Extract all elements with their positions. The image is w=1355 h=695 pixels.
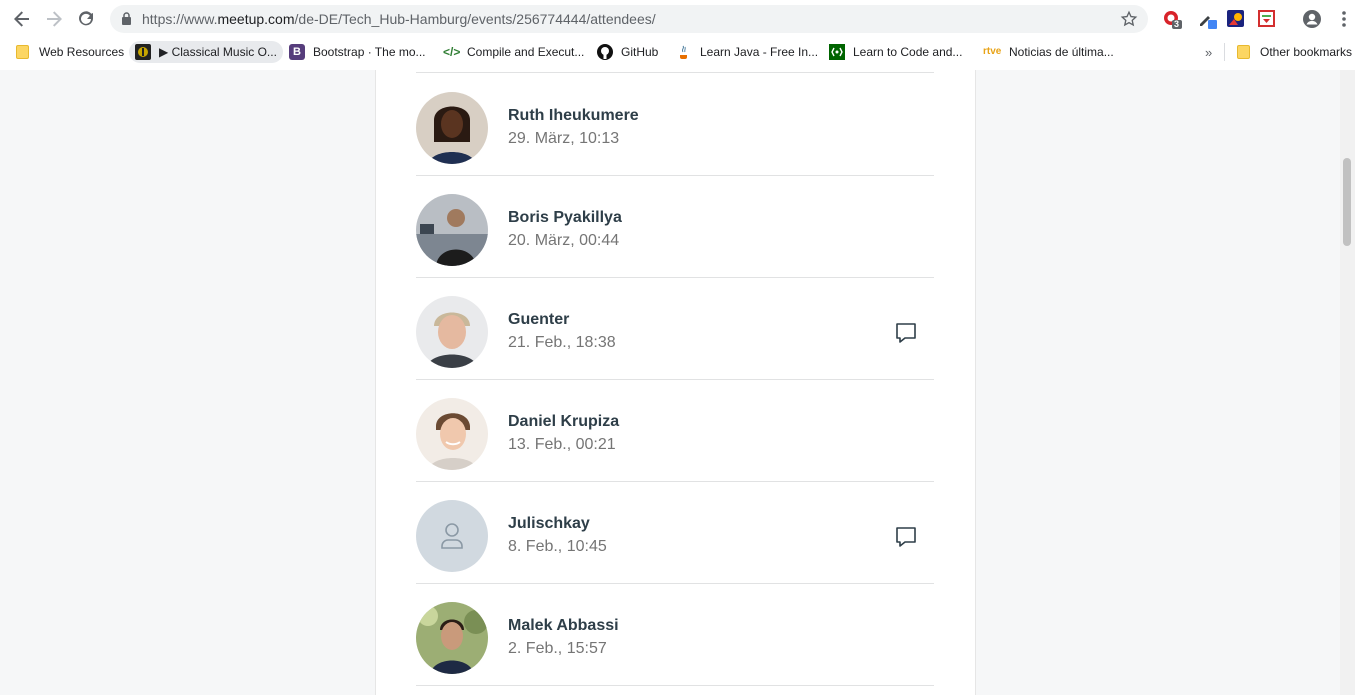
url-host: meetup.com [217, 11, 295, 27]
folder-icon [16, 45, 29, 59]
bookmark-label: Bootstrap · The mo... [313, 45, 426, 59]
bookmark-label: Noticias de última... [1009, 45, 1114, 59]
address-bar[interactable]: https://www.meetup.com/de-DE/Tech_Hub-Ha… [110, 5, 1148, 33]
bookmark-label: GitHub [621, 45, 659, 59]
other-bookmarks-label: Other bookmarks [1260, 45, 1353, 59]
game-extension-icon[interactable] [1226, 9, 1246, 29]
menu-kebab-icon[interactable] [1334, 9, 1354, 29]
url-text: https://www.meetup.com/de-DE/Tech_Hub-Ha… [142, 11, 656, 27]
opera-extension-icon[interactable]: 3 [1162, 9, 1182, 29]
attendee-row[interactable]: Guenter 21. Feb., 18:38 [416, 277, 934, 380]
arrow-right-icon [47, 11, 62, 27]
bootstrap-icon: B [289, 44, 305, 60]
github-icon [597, 44, 613, 60]
avatar[interactable] [416, 500, 488, 572]
bookmark-github[interactable]: GitHub [597, 41, 658, 63]
browser-toolbar: https://www.meetup.com/de-DE/Tech_Hub-Ha… [0, 0, 1355, 38]
other-bookmarks[interactable]: Other bookmarks [1224, 43, 1352, 61]
attendee-rsvp-time: 8. Feb., 10:45 [508, 538, 607, 555]
freecodecamp-icon [829, 44, 845, 60]
avatar[interactable] [416, 92, 488, 164]
reload-button[interactable] [74, 7, 98, 31]
arrow-left-icon [14, 11, 29, 27]
attendee-name[interactable]: Julischkay [508, 515, 590, 533]
attendee-row[interactable]: Julischkay 8. Feb., 10:45 [416, 481, 934, 584]
bookmarks-bar: Web Resources ▶ Classical Music O... B B… [0, 38, 1355, 64]
bookmark-star-icon[interactable] [1120, 10, 1138, 28]
lock-icon [122, 12, 131, 25]
bookmark-label: Learn to Code and... [853, 45, 963, 59]
attendee-rsvp-time: 29. März, 10:13 [508, 130, 620, 147]
extension-badge: 3 [1174, 19, 1180, 29]
attendee-rsvp-time: 13. Feb., 00:21 [508, 436, 616, 453]
profile-icon[interactable] [1302, 9, 1322, 29]
default-user-icon [441, 523, 463, 549]
avatar[interactable] [416, 398, 488, 470]
back-button[interactable] [10, 7, 34, 31]
attendee-list-panel: Ruth Iheukumere 29. März, 10:13 Boris Py… [375, 70, 976, 695]
bookmark-label: Compile and Execut... [467, 45, 585, 59]
bookmark-compile-execute[interactable]: </> Compile and Execut... [443, 41, 584, 63]
attendee-row[interactable]: Boris Pyakillya 20. März, 00:44 [416, 175, 934, 278]
classical-music-icon [135, 44, 151, 60]
bookmark-noticias[interactable]: rtve Noticias de última... [983, 41, 1114, 63]
page-scrollbar[interactable] [1340, 70, 1355, 695]
bookmark-label: ▶ Classical Music O... [159, 45, 277, 59]
page-content: Ruth Iheukumere 29. März, 10:13 Boris Py… [0, 70, 1355, 695]
bookmark-classical-music[interactable]: ▶ Classical Music O... [129, 41, 283, 63]
attendee-rsvp-time: 2. Feb., 15:57 [508, 640, 607, 657]
attendee-name[interactable]: Malek Abbassi [508, 617, 619, 635]
attendee-rsvp-time: 20. März, 00:44 [508, 232, 620, 249]
browser-chrome: https://www.meetup.com/de-DE/Tech_Hub-Ha… [0, 0, 1355, 71]
scrollbar-thumb[interactable] [1343, 158, 1351, 246]
message-icon[interactable] [894, 525, 918, 549]
bookmark-label: Web Resources [39, 45, 125, 59]
attendee-name[interactable]: Daniel Krupiza [508, 413, 619, 431]
eyedropper-extension-icon[interactable] [1197, 9, 1217, 29]
folder-icon [1237, 45, 1250, 59]
avatar[interactable] [416, 296, 488, 368]
bookmarks-overflow-button[interactable]: » [1205, 41, 1212, 63]
url-path: /de-DE/Tech_Hub-Hamburg/events/256774444… [294, 11, 656, 27]
attendee-row[interactable]: Malek Abbassi 2. Feb., 15:57 [416, 583, 934, 686]
avatar[interactable] [416, 602, 488, 674]
attendee-row[interactable]: Daniel Krupiza 13. Feb., 00:21 [416, 379, 934, 482]
bookmark-learn-java[interactable]: Learn Java - Free In... [676, 41, 818, 63]
bookmark-bootstrap[interactable]: B Bootstrap · The mo... [289, 41, 426, 63]
avatar[interactable] [416, 194, 488, 266]
code-icon: </> [443, 45, 461, 59]
attendee-name[interactable]: Boris Pyakillya [508, 209, 622, 227]
forward-button[interactable] [42, 7, 66, 31]
bookmark-web-resources[interactable]: Web Resources [16, 41, 124, 63]
shield-extension-icon[interactable] [1257, 9, 1277, 29]
bookmark-label: Learn Java - Free In... [700, 45, 819, 59]
java-icon [680, 45, 687, 59]
rtve-icon: rtve [983, 46, 1002, 57]
attendee-name[interactable]: Ruth Iheukumere [508, 107, 639, 125]
url-prefix: https://www. [142, 11, 218, 27]
attendee-row[interactable]: Ruth Iheukumere 29. März, 10:13 [416, 73, 934, 176]
attendee-name[interactable]: Guenter [508, 311, 569, 329]
attendee-rsvp-time: 21. Feb., 18:38 [508, 334, 616, 351]
chevron-double-right-icon: » [1205, 44, 1213, 60]
reload-icon [79, 11, 93, 26]
message-icon[interactable] [894, 321, 918, 345]
bookmark-learn-to-code[interactable]: Learn to Code and... [829, 41, 962, 63]
